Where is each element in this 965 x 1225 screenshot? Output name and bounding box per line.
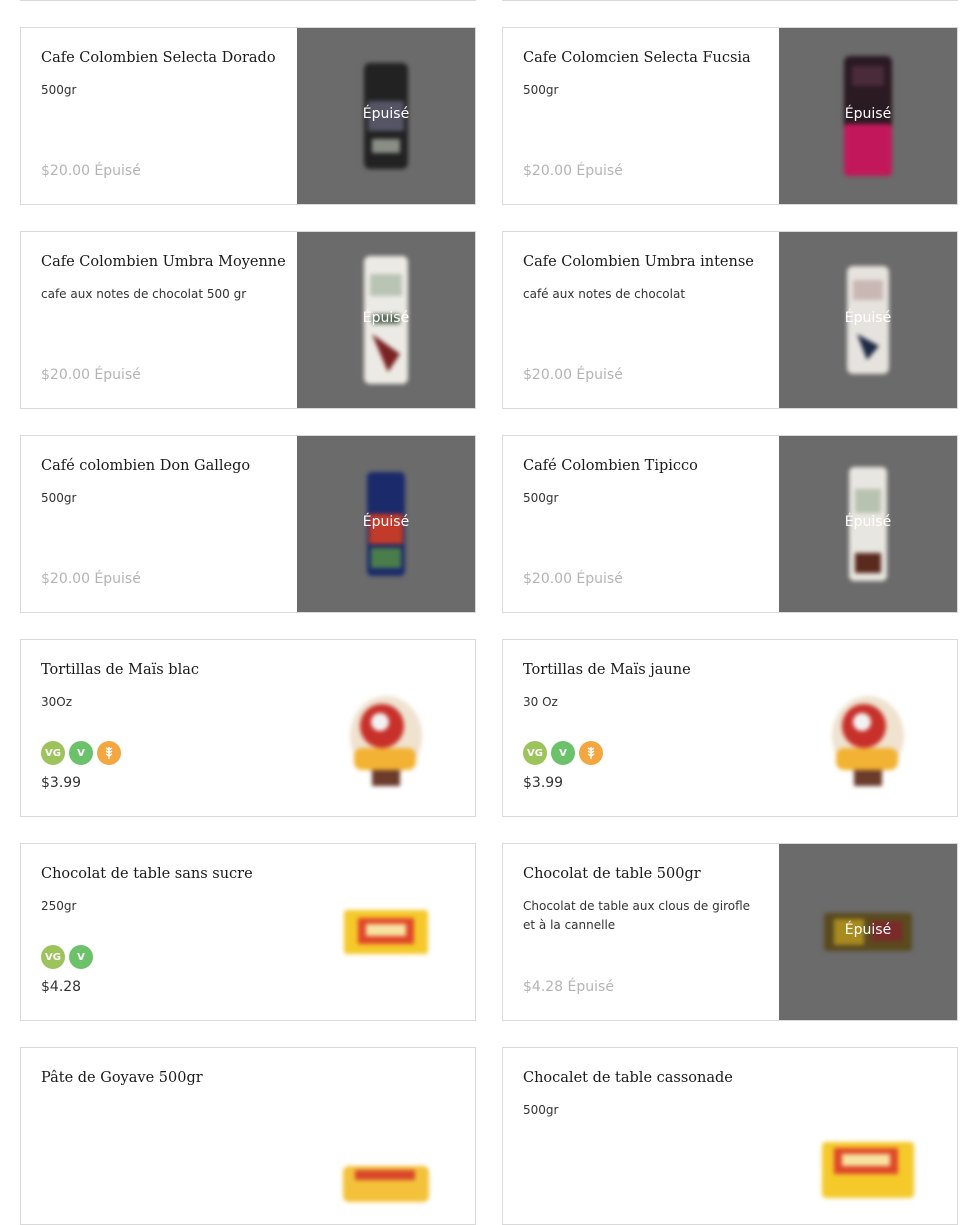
product-card[interactable]: Café Colombien Tipicco 500gr $20.00 Épui… xyxy=(502,435,958,613)
product-title[interactable]: Tortillas de Maïs blac xyxy=(41,662,285,678)
product-image-panel[interactable]: Épuisé xyxy=(779,232,957,408)
sold-out-label: Épuisé xyxy=(362,106,410,122)
product-card[interactable]: Tortillas de Maïs jaune 30 Oz VG V $3.99 xyxy=(502,639,958,817)
product-card[interactable]: Chocalet de table cassonade 500gr xyxy=(502,1047,958,1225)
product-title[interactable]: Café colombien Don Gallego xyxy=(41,458,285,474)
dietary-badges: VG V xyxy=(523,741,603,765)
product-image-panel[interactable]: Épuisé xyxy=(779,844,957,1020)
product-card[interactable]: Cafe Colombien Umbra intense café aux no… xyxy=(502,231,958,409)
gluten-free-icon xyxy=(579,741,603,765)
product-description: café aux notes de chocolat xyxy=(523,287,686,301)
sold-out-label: Épuisé xyxy=(362,514,410,530)
product-title[interactable]: Cafe Colomcien Selecta Fucsia xyxy=(523,50,767,66)
tortilla-package-icon xyxy=(832,696,904,786)
product-description: 500gr xyxy=(41,83,77,97)
product-card[interactable]: Cafe Colombien Selecta Dorado 500gr $20.… xyxy=(20,27,476,205)
product-image-panel[interactable]: Épuisé xyxy=(297,436,475,612)
tortilla-package-icon xyxy=(350,696,422,786)
product-title[interactable]: Chocolat de table 500gr xyxy=(523,866,767,882)
product-price: $20.00 Épuisé xyxy=(41,367,141,383)
product-price: $20.00 Épuisé xyxy=(41,163,141,179)
product-description: 500gr xyxy=(41,491,77,505)
product-price: $20.00 Épuisé xyxy=(523,367,623,383)
product-image-panel[interactable]: Épuisé xyxy=(779,28,957,204)
vegetarian-badge: V xyxy=(69,945,93,969)
vegan-badge: VG xyxy=(41,945,65,969)
product-card[interactable]: Chocolat de table 500gr Chocolat de tabl… xyxy=(502,843,958,1021)
chocolate-bar-icon xyxy=(822,1142,914,1198)
product-card[interactable]: Cafe Colombien Umbra Moyenne cafe aux no… xyxy=(20,231,476,409)
product-grid: Cafe Colombien Selecta Dorado 500gr $20.… xyxy=(0,0,965,1225)
product-description: 30 Oz xyxy=(523,695,558,709)
product-price: $20.00 Épuisé xyxy=(523,163,623,179)
product-title[interactable]: Chocolat de table sans sucre xyxy=(41,866,285,882)
vegetarian-badge: V xyxy=(551,741,575,765)
product-image-panel[interactable] xyxy=(779,640,957,816)
product-card[interactable]: Café colombien Don Gallego 500gr $20.00 … xyxy=(20,435,476,613)
product-description: 500gr xyxy=(523,83,559,97)
chocolate-bar-icon xyxy=(344,910,428,954)
dietary-badges: VG V xyxy=(41,945,93,969)
product-description: cafe aux notes de chocolat 500 gr xyxy=(41,287,247,301)
sold-out-label: Épuisé xyxy=(844,514,892,530)
gluten-free-icon xyxy=(97,741,121,765)
sold-out-label: Épuisé xyxy=(844,922,892,938)
sold-out-label: Épuisé xyxy=(362,310,410,326)
product-price: $3.99 xyxy=(523,775,564,791)
product-description: 500gr xyxy=(523,1103,559,1117)
product-title[interactable]: Café Colombien Tipicco xyxy=(523,458,767,474)
product-card[interactable]: Chocolat de table sans sucre 250gr VG V … xyxy=(20,843,476,1021)
product-description: 250gr xyxy=(41,899,77,913)
product-title[interactable]: Cafe Colombien Umbra intense xyxy=(523,254,767,270)
vegan-badge: VG xyxy=(41,741,65,765)
vegetarian-badge: V xyxy=(69,741,93,765)
product-price: $4.28 xyxy=(41,979,82,995)
product-price: $4.28 Épuisé xyxy=(523,979,614,995)
product-image-panel[interactable] xyxy=(297,844,475,1020)
product-price: $20.00 Épuisé xyxy=(523,571,623,587)
product-card-partial[interactable] xyxy=(502,0,958,1)
product-description: 500gr xyxy=(523,491,559,505)
product-card[interactable]: Pâte de Goyave 500gr xyxy=(20,1047,476,1225)
product-price: $3.99 xyxy=(41,775,82,791)
sold-out-label: Épuisé xyxy=(844,310,892,326)
product-description: 30Oz xyxy=(41,695,73,709)
dietary-badges: VG V xyxy=(41,741,121,765)
product-image-panel[interactable] xyxy=(779,1048,957,1224)
guava-paste-icon xyxy=(343,1166,429,1202)
vegan-badge: VG xyxy=(523,741,547,765)
product-title[interactable]: Pâte de Goyave 500gr xyxy=(41,1070,285,1086)
product-title[interactable]: Tortillas de Maïs jaune xyxy=(523,662,767,678)
product-image-panel[interactable]: Épuisé xyxy=(779,436,957,612)
product-image-panel[interactable]: Épuisé xyxy=(297,232,475,408)
product-card[interactable]: Cafe Colomcien Selecta Fucsia 500gr $20.… xyxy=(502,27,958,205)
product-title[interactable]: Cafe Colombien Selecta Dorado xyxy=(41,50,285,66)
product-title[interactable]: Chocalet de table cassonade xyxy=(523,1070,767,1086)
product-price: $20.00 Épuisé xyxy=(41,571,141,587)
product-image-panel[interactable] xyxy=(297,1048,475,1224)
sold-out-label: Épuisé xyxy=(844,106,892,122)
product-description: Chocolat de table aux clous de girofle e… xyxy=(523,899,751,932)
product-image-panel[interactable] xyxy=(297,640,475,816)
product-title[interactable]: Cafe Colombien Umbra Moyenne xyxy=(41,254,286,270)
product-card[interactable]: Tortillas de Maïs blac 30Oz VG V $3.99 xyxy=(20,639,476,817)
product-image-panel[interactable]: Épuisé xyxy=(297,28,475,204)
product-card-partial[interactable] xyxy=(20,0,476,1)
